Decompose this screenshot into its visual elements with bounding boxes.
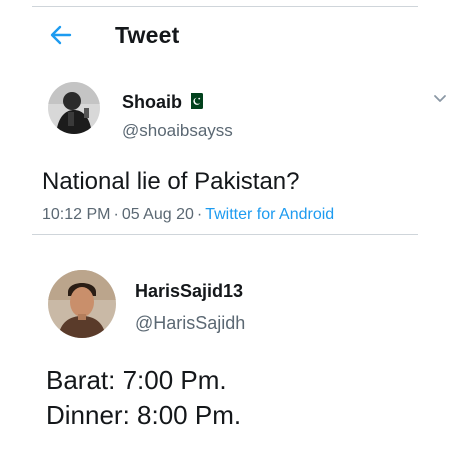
top-divider [32,6,418,7]
back-button[interactable] [48,22,74,48]
avatar[interactable] [48,82,100,134]
arrow-left-icon [50,25,72,45]
reply-text-line: Dinner: 8:00 Pm. [46,400,242,430]
avatar[interactable] [48,270,116,338]
tweet-time: 10:12 PM [42,206,111,223]
tweet-date: 05 Aug 20 [121,206,194,223]
page-title: Tweet [115,22,180,48]
meta-separator: · [113,206,119,223]
tweet-text: National lie of Pakistan? [42,168,300,195]
pakistan-flag-icon [187,93,203,109]
reply-author-name[interactable]: HarisSajid13 [135,281,243,302]
author-handle[interactable]: @shoaibsayss [122,121,233,141]
section-divider [32,234,418,235]
chevron-down-icon[interactable] [433,94,447,104]
reply-text-line: Barat: 7:00 Pm. [46,365,227,395]
tweet-meta: 10:12 PM · 05 Aug 20 · Twitter for Android [42,206,334,224]
author-name[interactable]: Shoaib [122,92,182,113]
reply-author-handle[interactable]: @HarisSajidh [135,313,245,334]
tweet-source-link[interactable]: Twitter for Android [205,206,334,223]
header-bar: Tweet [0,14,450,58]
meta-separator: · [196,206,203,223]
